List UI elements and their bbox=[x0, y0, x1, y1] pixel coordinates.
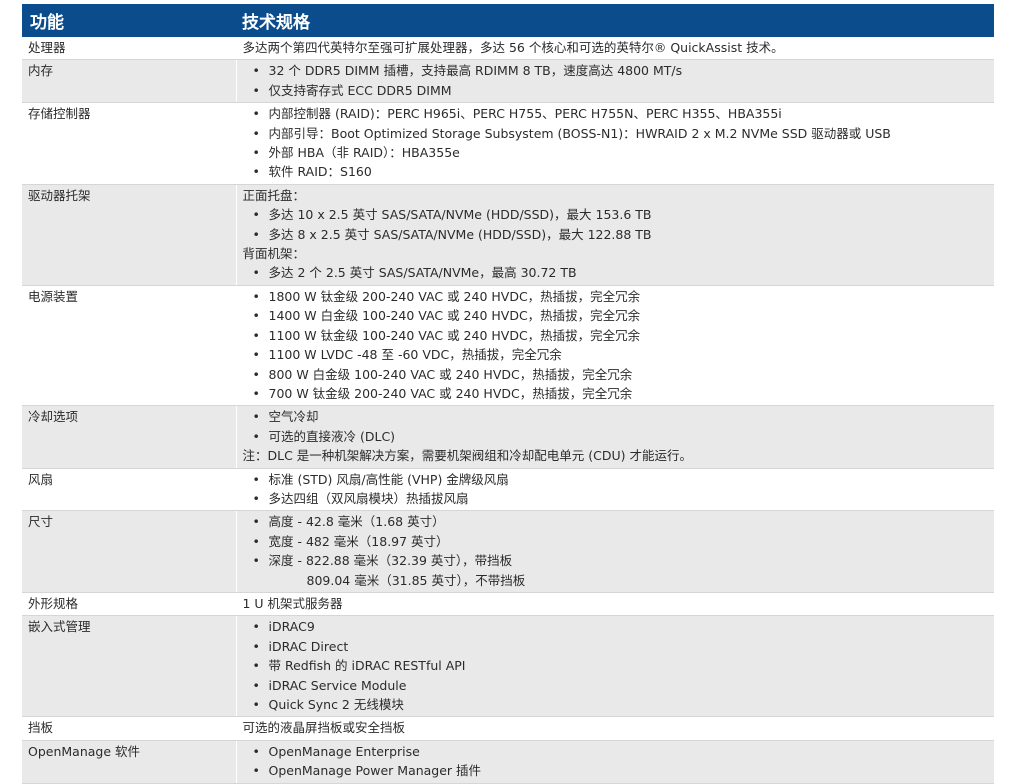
table-row: 尺寸 高度 - 42.8 毫米（1.68 英寸） 宽度 - 482 毫米（18.… bbox=[22, 510, 994, 593]
list-item: Quick Sync 2 无线模块 bbox=[243, 695, 989, 715]
list-item: 1800 W 钛金级 200-240 VAC 或 240 HVDC，热插拔，完全… bbox=[243, 287, 989, 307]
cooling-note: 注：DLC 是一种机架解决方案，需要机架阀组和冷却配电单元 (CDU) 才能运行… bbox=[242, 448, 693, 464]
list-item: 仅支持寄存式 ECC DDR5 DIMM bbox=[243, 81, 989, 101]
row-text: 多达两个第四代英特尔至强可扩展处理器，多达 56 个核心和可选的英特尔® Qui… bbox=[236, 37, 994, 61]
table-row: 存储控制器 内部控制器 (RAID)：PERC H965i、PERC H755、… bbox=[22, 102, 994, 185]
list-item: 标准 (STD) 风扇/高性能 (VHP) 金牌级风扇 bbox=[243, 470, 989, 490]
front-bay-heading: 正面托盘： bbox=[242, 187, 306, 203]
list-item: 多达 10 x 2.5 英寸 SAS/SATA/NVMe (HDD/SSD)，最… bbox=[243, 205, 989, 225]
row-label: 电源装置 bbox=[22, 285, 237, 407]
list-item: 多达 8 x 2.5 英寸 SAS/SATA/NVMe (HDD/SSD)，最大… bbox=[243, 225, 989, 245]
row-value: 高度 - 42.8 毫米（1.68 英寸） 宽度 - 482 毫米（18.97 … bbox=[236, 510, 994, 593]
rear-bay-heading: 背面机架： bbox=[242, 246, 306, 262]
table-row: 驱动器托架 正面托盘： 多达 10 x 2.5 英寸 SAS/SATA/NVMe… bbox=[22, 184, 994, 286]
list-item: 内部控制器 (RAID)：PERC H965i、PERC H755、PERC H… bbox=[243, 104, 989, 124]
table-row: 电源装置 1800 W 钛金级 200-240 VAC 或 240 HVDC，热… bbox=[22, 285, 994, 407]
row-text: 1 U 机架式服务器 bbox=[236, 592, 994, 617]
list-item: 1400 W 白金级 100-240 VAC 或 240 HVDC，热插拔，完全… bbox=[243, 306, 989, 326]
list-item: 可选的直接液冷 (DLC) bbox=[243, 427, 989, 447]
list-item: 空气冷却 bbox=[243, 407, 989, 427]
list-item: iDRAC Service Module bbox=[243, 676, 989, 696]
row-value: 1800 W 钛金级 200-240 VAC 或 240 HVDC，热插拔，完全… bbox=[236, 285, 994, 407]
list-item: 软件 RAID：S160 bbox=[243, 162, 989, 182]
list-item: OpenManage Enterprise bbox=[243, 742, 989, 762]
list-item: 1100 W LVDC -48 至 -60 VDC，热插拔，完全冗余 bbox=[243, 345, 989, 365]
table-row: 冷却选项 空气冷却 可选的直接液冷 (DLC) 注：DLC 是一种机架解决方案，… bbox=[22, 405, 994, 469]
table-row: 处理器 多达两个第四代英特尔至强可扩展处理器，多达 56 个核心和可选的英特尔®… bbox=[22, 37, 994, 61]
spec-table-container: 功能 技术规格 处理器 多达两个第四代英特尔至强可扩展处理器，多达 56 个核心… bbox=[22, 4, 994, 784]
row-label: 内存 bbox=[22, 59, 237, 104]
list-item: OpenManage Power Manager 插件 bbox=[243, 761, 989, 781]
row-label: 冷却选项 bbox=[22, 405, 237, 469]
spec-table: 功能 技术规格 处理器 多达两个第四代英特尔至强可扩展处理器，多达 56 个核心… bbox=[22, 4, 994, 784]
row-label: 处理器 bbox=[22, 37, 237, 61]
depth-continuation: 809.04 毫米（31.85 英寸），不带挡板 bbox=[306, 572, 526, 588]
list-item: iDRAC9 bbox=[243, 617, 989, 637]
list-item: 外部 HBA（非 RAID）：HBA355e bbox=[243, 143, 989, 163]
list-item: 多达四组（双风扇模块）热插拔风扇 bbox=[243, 489, 989, 509]
table-row: 风扇 标准 (STD) 风扇/高性能 (VHP) 金牌级风扇 多达四组（双风扇模… bbox=[22, 468, 994, 512]
list-item: 带 Redfish 的 iDRAC RESTful API bbox=[243, 656, 989, 676]
row-value: 32 个 DDR5 DIMM 插槽，支持最高 RDIMM 8 TB，速度高达 4… bbox=[236, 59, 994, 104]
row-label: 外形规格 bbox=[22, 592, 237, 617]
list-item: 800 W 白金级 100-240 VAC 或 240 HVDC，热插拔，完全冗… bbox=[243, 365, 989, 385]
row-value: iDRAC9 iDRAC Direct 带 Redfish 的 iDRAC RE… bbox=[236, 615, 994, 718]
row-value: 空气冷却 可选的直接液冷 (DLC) 注：DLC 是一种机架解决方案，需要机架阀… bbox=[236, 405, 994, 469]
row-label: 尺寸 bbox=[22, 510, 237, 593]
list-item: 1100 W 钛金级 100-240 VAC 或 240 HVDC，热插拔，完全… bbox=[243, 326, 989, 346]
list-item: 高度 - 42.8 毫米（1.68 英寸） bbox=[243, 512, 989, 532]
row-label: 存储控制器 bbox=[22, 102, 237, 185]
table-row: 外形规格 1 U 机架式服务器 bbox=[22, 592, 994, 617]
table-row: 嵌入式管理 iDRAC9 iDRAC Direct 带 Redfish 的 iD… bbox=[22, 615, 994, 718]
header-feature: 功能 bbox=[22, 4, 236, 37]
list-item: 32 个 DDR5 DIMM 插槽，支持最高 RDIMM 8 TB，速度高达 4… bbox=[243, 61, 989, 81]
header-spec: 技术规格 bbox=[236, 4, 994, 37]
table-row: 挡板 可选的液晶屏挡板或安全挡板 bbox=[22, 716, 994, 741]
row-label: 风扇 bbox=[22, 468, 237, 512]
row-label: 挡板 bbox=[22, 716, 237, 741]
row-text: 可选的液晶屏挡板或安全挡板 bbox=[236, 716, 994, 741]
list-item: 多达 2 个 2.5 英寸 SAS/SATA/NVMe，最高 30.72 TB bbox=[243, 263, 989, 283]
row-value: 标准 (STD) 风扇/高性能 (VHP) 金牌级风扇 多达四组（双风扇模块）热… bbox=[236, 468, 994, 512]
list-item: 宽度 - 482 毫米（18.97 英寸） bbox=[243, 532, 989, 552]
table-row: OpenManage 软件 OpenManage Enterprise Open… bbox=[22, 740, 994, 784]
row-label: 驱动器托架 bbox=[22, 184, 237, 286]
list-item: 深度 - 822.88 毫米（32.39 英寸），带挡板 bbox=[243, 551, 989, 571]
row-label: 嵌入式管理 bbox=[22, 615, 237, 718]
row-value: OpenManage Enterprise OpenManage Power M… bbox=[236, 740, 994, 784]
list-item: 700 W 钛金级 200-240 VAC 或 240 HVDC，热插拔，完全冗… bbox=[243, 384, 989, 404]
list-item: iDRAC Direct bbox=[243, 637, 989, 657]
row-value: 内部控制器 (RAID)：PERC H965i、PERC H755、PERC H… bbox=[236, 102, 994, 185]
table-row: 内存 32 个 DDR5 DIMM 插槽，支持最高 RDIMM 8 TB，速度高… bbox=[22, 59, 994, 104]
row-value: 正面托盘： 多达 10 x 2.5 英寸 SAS/SATA/NVMe (HDD/… bbox=[236, 184, 994, 286]
table-header-row: 功能 技术规格 bbox=[22, 4, 994, 37]
list-item: 内部引导：Boot Optimized Storage Subsystem (B… bbox=[243, 124, 989, 144]
row-label: OpenManage 软件 bbox=[22, 740, 237, 784]
